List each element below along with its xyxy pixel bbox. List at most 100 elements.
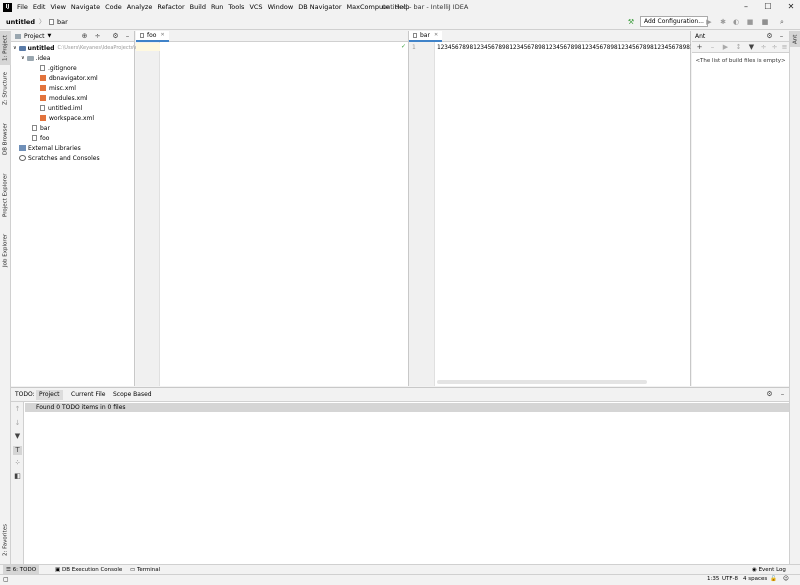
project-explorer-tool-tab[interactable]: Project Explorer	[0, 169, 11, 221]
tree-item-label: modules.xml	[49, 94, 88, 102]
menu-file[interactable]: File	[17, 3, 28, 11]
tab-foo[interactable]: foo ✕	[136, 31, 169, 42]
folder-icon	[26, 55, 34, 61]
menu-run[interactable]: Run	[211, 3, 223, 11]
close-tab-icon[interactable]: ✕	[160, 30, 164, 41]
gear-icon[interactable]: ⚙	[765, 390, 774, 399]
arrow-up-icon[interactable]: ↑	[13, 405, 22, 414]
library-icon	[19, 145, 26, 151]
terminal-tool-tab-label: Terminal	[136, 567, 161, 573]
module-icon	[18, 45, 26, 51]
collapse-icon[interactable]: ÷	[770, 43, 779, 52]
tree-item-external-libraries[interactable]: External Libraries	[19, 143, 81, 153]
project-view-selector[interactable]: Project	[24, 33, 45, 40]
editor-tab-bar: bar ✕	[409, 31, 690, 42]
maximize-icon[interactable]: ☐	[762, 1, 774, 13]
menu-refactor[interactable]: Refactor	[157, 3, 184, 11]
preview-icon[interactable]: T	[13, 446, 22, 455]
tree-item-scratches[interactable]: Scratches and Consoles	[19, 153, 100, 163]
editor-bar[interactable]: bar ✕ ✓ 1 123456789812345678981234567898…	[401, 31, 691, 386]
menu-code[interactable]: Code	[105, 3, 122, 11]
locate-icon[interactable]: ⊕	[80, 32, 89, 41]
add-configuration-button[interactable]: Add Configuration...	[640, 16, 708, 27]
expand-icon[interactable]: ÷	[759, 43, 768, 52]
indent-setting[interactable]: 4 spaces	[743, 576, 767, 582]
tree-item-modules[interactable]: modules.xml	[40, 93, 88, 103]
menu-navigate[interactable]: Navigate	[71, 3, 100, 11]
menu-window[interactable]: Window	[268, 3, 294, 11]
tab-bar[interactable]: bar ✕	[409, 30, 443, 42]
xml-file-icon	[40, 75, 46, 81]
tree-item-gitignore[interactable]: .gitignore	[40, 63, 77, 73]
close-icon[interactable]: ✕	[785, 1, 797, 13]
chevron-down-icon[interactable]: ▼	[48, 33, 52, 39]
layout-icon[interactable]: ◧	[13, 472, 22, 481]
project-structure-icon[interactable]: ▦	[760, 17, 770, 27]
minimize-icon[interactable]: –	[740, 1, 752, 13]
remove-icon[interactable]: –	[708, 43, 717, 52]
file-encoding[interactable]: UTF-8	[722, 576, 738, 582]
editor-foo[interactable]: foo ✕	[136, 31, 409, 386]
gear-icon[interactable]: ⚙	[111, 32, 120, 41]
tree-item-bar[interactable]: bar	[32, 123, 50, 133]
arrow-down-icon[interactable]: ↓	[13, 419, 22, 428]
horizontal-scrollbar[interactable]	[437, 380, 647, 384]
console-icon: ▣	[55, 567, 62, 573]
tree-item-foo[interactable]: foo	[32, 133, 49, 143]
close-tab-icon[interactable]: ✕	[434, 30, 438, 41]
menu-analyze[interactable]: Analyze	[127, 3, 153, 11]
job-explorer-tool-tab[interactable]: Job Explorer	[0, 229, 11, 271]
stop-icon[interactable]: ■	[745, 17, 755, 27]
tree-item-untitled-iml[interactable]: untitled.iml	[40, 103, 82, 113]
hide-icon[interactable]: –	[123, 32, 132, 41]
menu-view[interactable]: View	[50, 3, 65, 11]
tab-todo-scope-based[interactable]: Scope Based	[110, 390, 155, 400]
tab-todo-current-file[interactable]: Current File	[68, 390, 108, 400]
caret-position[interactable]: 1:35	[707, 576, 719, 582]
lock-icon[interactable]: 🔓	[770, 576, 777, 582]
tree-item-dbnavigator[interactable]: dbnavigator.xml	[40, 73, 98, 83]
tree-item-untitled[interactable]: ∨ untitled C:\Users\Keyanes\IdeaProjects…	[13, 43, 154, 53]
inspector-icon[interactable]: ☺	[783, 576, 789, 582]
debug-icon[interactable]: ✱	[718, 17, 728, 27]
todo-label: TODO:	[15, 391, 35, 398]
menu-db-navigator[interactable]: DB Navigator	[298, 3, 341, 11]
favorites-tool-tab[interactable]: 2: Favorites	[0, 523, 11, 557]
breadcrumb-project[interactable]: untitled	[6, 18, 35, 26]
tab-todo-project[interactable]: Project	[36, 390, 63, 400]
filter-icon[interactable]: ▼	[747, 43, 756, 52]
menu-build[interactable]: Build	[190, 3, 206, 11]
editor-gutter	[409, 42, 435, 386]
menu-edit[interactable]: Edit	[33, 3, 46, 11]
hammer-icon[interactable]: ⚒	[626, 17, 636, 27]
todo-panel-header: TODO: Project Current File Scope Based ⚙…	[11, 388, 789, 402]
tree-item-misc[interactable]: misc.xml	[40, 83, 76, 93]
layout-icon[interactable]: ▢	[3, 576, 9, 583]
hide-icon[interactable]: –	[777, 32, 786, 41]
project-tool-tab[interactable]: 1: Project	[0, 31, 11, 65]
add-icon[interactable]: +	[695, 43, 704, 52]
filter-icon[interactable]: ▼	[13, 432, 22, 441]
collapse-icon[interactable]: ÷	[93, 32, 102, 41]
menu-vcs[interactable]: VCS	[249, 3, 262, 11]
search-icon[interactable]: ⌕	[777, 17, 787, 27]
tree-item-label: workspace.xml	[49, 114, 95, 122]
tree-item-workspace[interactable]: workspace.xml	[40, 113, 94, 123]
run-icon[interactable]: ▶	[721, 43, 730, 52]
coverage-icon[interactable]: ◐	[731, 17, 741, 27]
menu-tools[interactable]: Tools	[228, 3, 244, 11]
code-line[interactable]: 1234567898123456789812345678981234567898…	[437, 44, 691, 51]
breadcrumb-file[interactable]: bar	[57, 18, 68, 26]
right-tool-strip: Ant	[789, 31, 800, 564]
structure-tool-tab[interactable]: Z: Structure	[0, 71, 11, 107]
sort-icon[interactable]: ↕	[734, 43, 743, 52]
hide-icon[interactable]: –	[778, 390, 787, 399]
editor-gutter	[136, 42, 160, 386]
gear-icon[interactable]: ⚙	[765, 32, 774, 41]
db-browser-tool-tab[interactable]: DB Browser	[0, 121, 11, 157]
tree-item-idea[interactable]: ∨ .idea	[21, 53, 50, 63]
group-icon[interactable]: ⁘	[13, 459, 22, 468]
ant-tool-tab[interactable]: Ant	[790, 31, 800, 47]
settings-icon[interactable]: ≡	[780, 43, 789, 52]
run-icon[interactable]: ▶	[704, 17, 714, 27]
